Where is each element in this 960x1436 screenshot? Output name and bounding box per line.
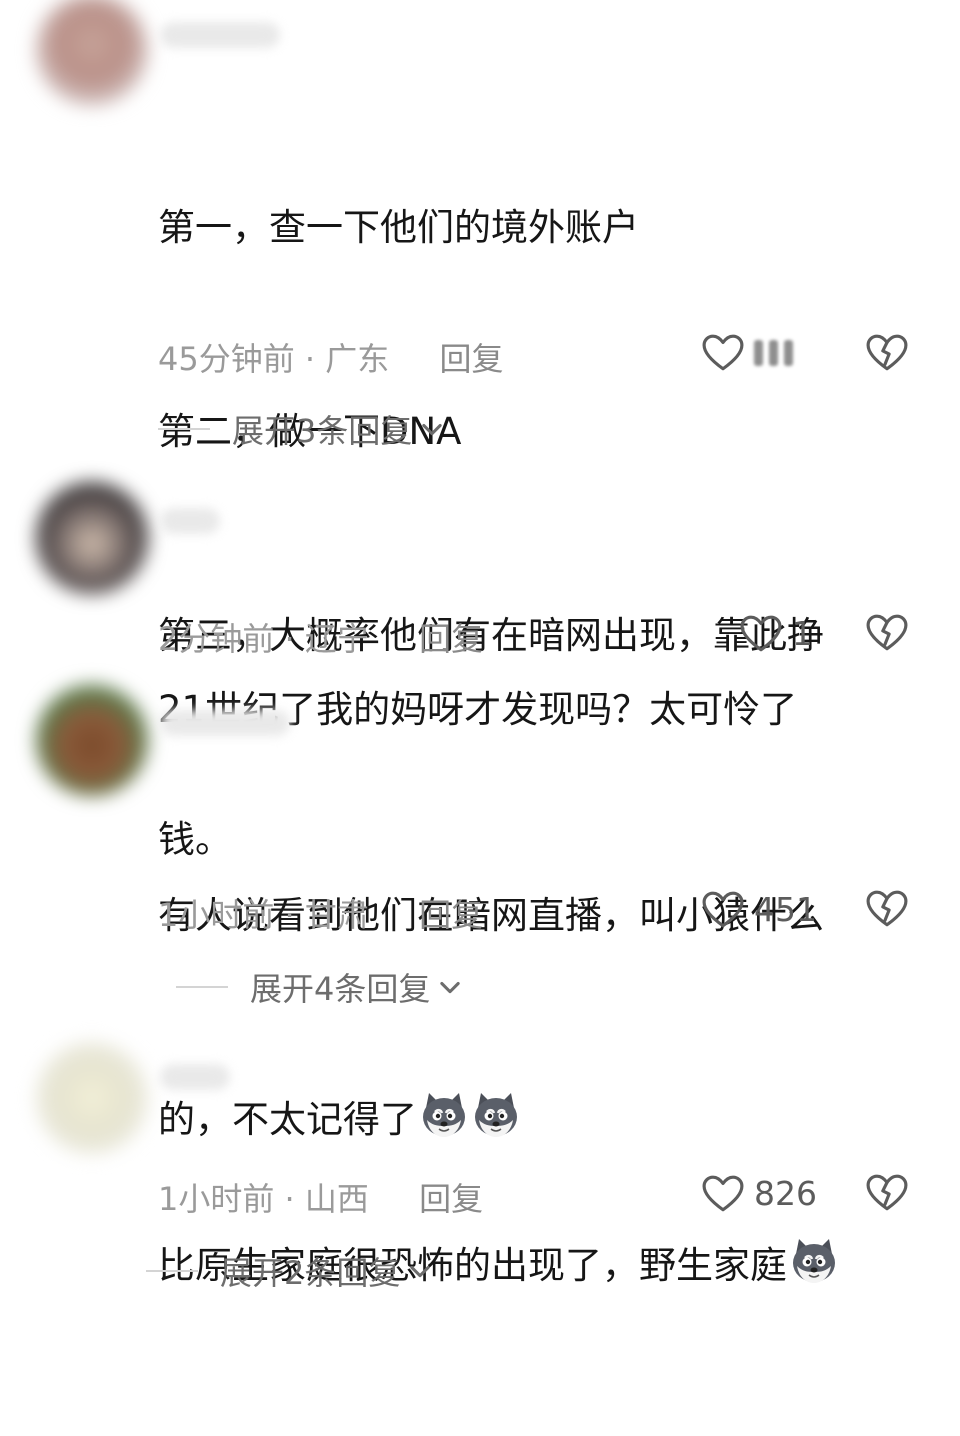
comment-meta: 1小时前 · 山西 回复 bbox=[158, 1174, 483, 1220]
comment-time: 45分钟前 bbox=[158, 340, 295, 378]
broken-heart-icon bbox=[866, 1174, 908, 1212]
comment-meta: 45分钟前 · 广东 回复 bbox=[158, 334, 503, 380]
comment-time: 1小时前 bbox=[158, 896, 275, 934]
comment-line: 第一，查一下他们的境外账户 bbox=[158, 206, 639, 249]
like-button[interactable]: 1 bbox=[740, 614, 813, 653]
meta-separator: · bbox=[284, 1180, 295, 1218]
username[interactable] bbox=[160, 710, 290, 736]
like-count: 826 bbox=[754, 1174, 817, 1213]
expand-replies-label: 展开2条回复 bbox=[220, 1254, 401, 1292]
comment-time: 1小时前 bbox=[158, 1180, 275, 1218]
comment-location: 甘肃 bbox=[304, 896, 369, 934]
chevron-down-icon bbox=[436, 973, 464, 1001]
chevron-down-icon bbox=[406, 1257, 434, 1285]
meta-separator: · bbox=[284, 896, 295, 934]
broken-heart-icon bbox=[866, 890, 908, 928]
like-count: 1 bbox=[792, 614, 813, 653]
avatar[interactable] bbox=[36, 1042, 148, 1154]
avatar[interactable] bbox=[36, 482, 148, 594]
comment-location: 山西 bbox=[304, 1180, 369, 1218]
broken-heart-icon bbox=[866, 334, 908, 372]
reply-button[interactable]: 回复 bbox=[419, 1180, 483, 1218]
dislike-button[interactable] bbox=[866, 614, 908, 652]
heart-outline-icon bbox=[702, 334, 744, 372]
like-button[interactable]: 826 bbox=[702, 1174, 817, 1213]
comment-time: 2分钟前 bbox=[158, 620, 275, 658]
comment-location: 广东 bbox=[325, 340, 390, 378]
comment-item: 比原生家庭很恐怖的出现了，野生家庭 1小时前 · 山西 回复 826 展开2条回… bbox=[0, 1040, 960, 1322]
avatar[interactable] bbox=[36, 684, 148, 796]
username[interactable] bbox=[160, 1064, 230, 1090]
reply-button[interactable]: 回复 bbox=[439, 340, 503, 378]
expand-replies-button[interactable]: 展开3条回复 bbox=[158, 406, 446, 452]
comment-meta: 2分钟前 · 辽宁 回复 bbox=[158, 614, 483, 660]
meta-separator: · bbox=[284, 620, 295, 658]
like-button[interactable]: 451 bbox=[702, 890, 817, 929]
username[interactable] bbox=[160, 508, 220, 534]
like-count: 451 bbox=[754, 890, 817, 929]
comment-item: 第一，查一下他们的境外账户 第二，做一下DNA 第三，大概率他们有在暗网出现，靠… bbox=[0, 0, 960, 861]
husky-dog-emoji-icon bbox=[789, 1236, 839, 1286]
heart-outline-icon bbox=[702, 1175, 744, 1213]
like-count-obscured bbox=[754, 340, 793, 366]
dislike-button[interactable] bbox=[866, 334, 908, 372]
expand-replies-label: 展开3条回复 bbox=[232, 412, 413, 450]
divider-line bbox=[176, 986, 228, 988]
dislike-button[interactable] bbox=[866, 890, 908, 928]
like-button[interactable] bbox=[702, 334, 793, 372]
reply-button[interactable]: 回复 bbox=[419, 896, 483, 934]
heart-outline-icon bbox=[702, 891, 744, 929]
heart-outline-icon bbox=[740, 615, 782, 653]
divider-line bbox=[158, 428, 210, 430]
chevron-down-icon bbox=[418, 415, 446, 443]
avatar[interactable] bbox=[36, 0, 148, 106]
username[interactable] bbox=[160, 22, 280, 48]
reply-button[interactable]: 回复 bbox=[419, 620, 483, 658]
expand-replies-label: 展开4条回复 bbox=[250, 970, 431, 1008]
comment-item: 有人说看到他们在暗网直播，叫小猿什么 的，不太记得了 1小时前 · 甘肃 回复 … bbox=[0, 680, 960, 1141]
comment-location: 辽宁 bbox=[304, 620, 369, 658]
comment-meta: 1小时前 · 甘肃 回复 bbox=[158, 890, 483, 936]
comment-item: 21世纪了我的妈呀才发现吗？太可怜了 2分钟前 · 辽宁 回复 1 bbox=[0, 480, 960, 731]
divider-line bbox=[146, 1270, 198, 1272]
broken-heart-icon bbox=[866, 614, 908, 652]
meta-separator: · bbox=[304, 340, 316, 378]
expand-replies-button[interactable]: 展开2条回复 bbox=[146, 1248, 434, 1294]
dislike-button[interactable] bbox=[866, 1174, 908, 1212]
expand-replies-button[interactable]: 展开4条回复 bbox=[176, 964, 464, 1010]
